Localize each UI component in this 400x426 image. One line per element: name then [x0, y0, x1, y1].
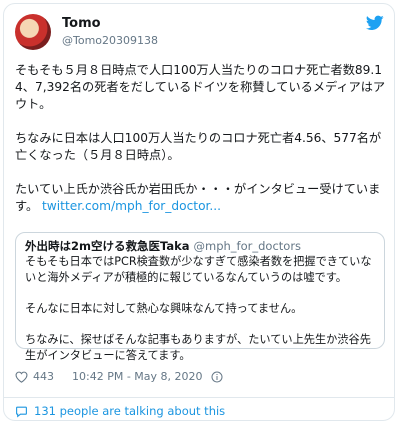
quote-user-handle: @mph_for_doctors — [193, 239, 302, 253]
quote-user-name: 外出時は2m空ける救急医Taka — [25, 239, 190, 253]
tweet-meta: 443 10:42 PM - May 8, 2020 — [15, 370, 223, 383]
tweet-link[interactable]: twitter.com/mph_for_doctor... — [42, 199, 221, 213]
timestamp[interactable]: 10:42 PM - May 8, 2020 — [72, 370, 203, 383]
user-name[interactable]: Tomo — [62, 16, 101, 31]
talk-label[interactable]: 131 people are talking about this — [34, 404, 225, 418]
user-handle[interactable]: @Tomo20309138 — [62, 34, 158, 47]
quote-header: 外出時は2m空ける救急医Taka @mph_for_doctors — [25, 238, 375, 254]
divider — [4, 397, 394, 398]
heart-icon[interactable] — [15, 371, 28, 383]
comment-icon — [16, 406, 27, 418]
info-icon[interactable] — [211, 371, 223, 383]
twitter-bird-icon[interactable] — [366, 15, 384, 31]
avatar[interactable] — [15, 14, 51, 50]
quote-text: そもそも日本ではPCR検査数が少なすぎて感染者数を把握できていないと海外メディア… — [25, 255, 372, 362]
tweet-header: Tomo @Tomo20309138 — [4, 4, 394, 58]
tweet-card[interactable]: Tomo @Tomo20309138 そもそも５月８日時点で人口100万人当たり… — [3, 3, 395, 421]
tweet-body: そもそも５月８日時点で人口100万人当たりのコロナ死亡者数89.14、7,392… — [15, 63, 386, 213]
tweet-text: そもそも５月８日時点で人口100万人当たりのコロナ死亡者数89.14、7,392… — [15, 62, 387, 215]
conversation-link[interactable]: 131 people are talking about this — [15, 404, 225, 418]
quoted-tweet[interactable]: 外出時は2m空ける救急医Taka @mph_for_doctors そもそも日本で… — [15, 232, 385, 362]
like-count[interactable]: 443 — [33, 370, 54, 383]
